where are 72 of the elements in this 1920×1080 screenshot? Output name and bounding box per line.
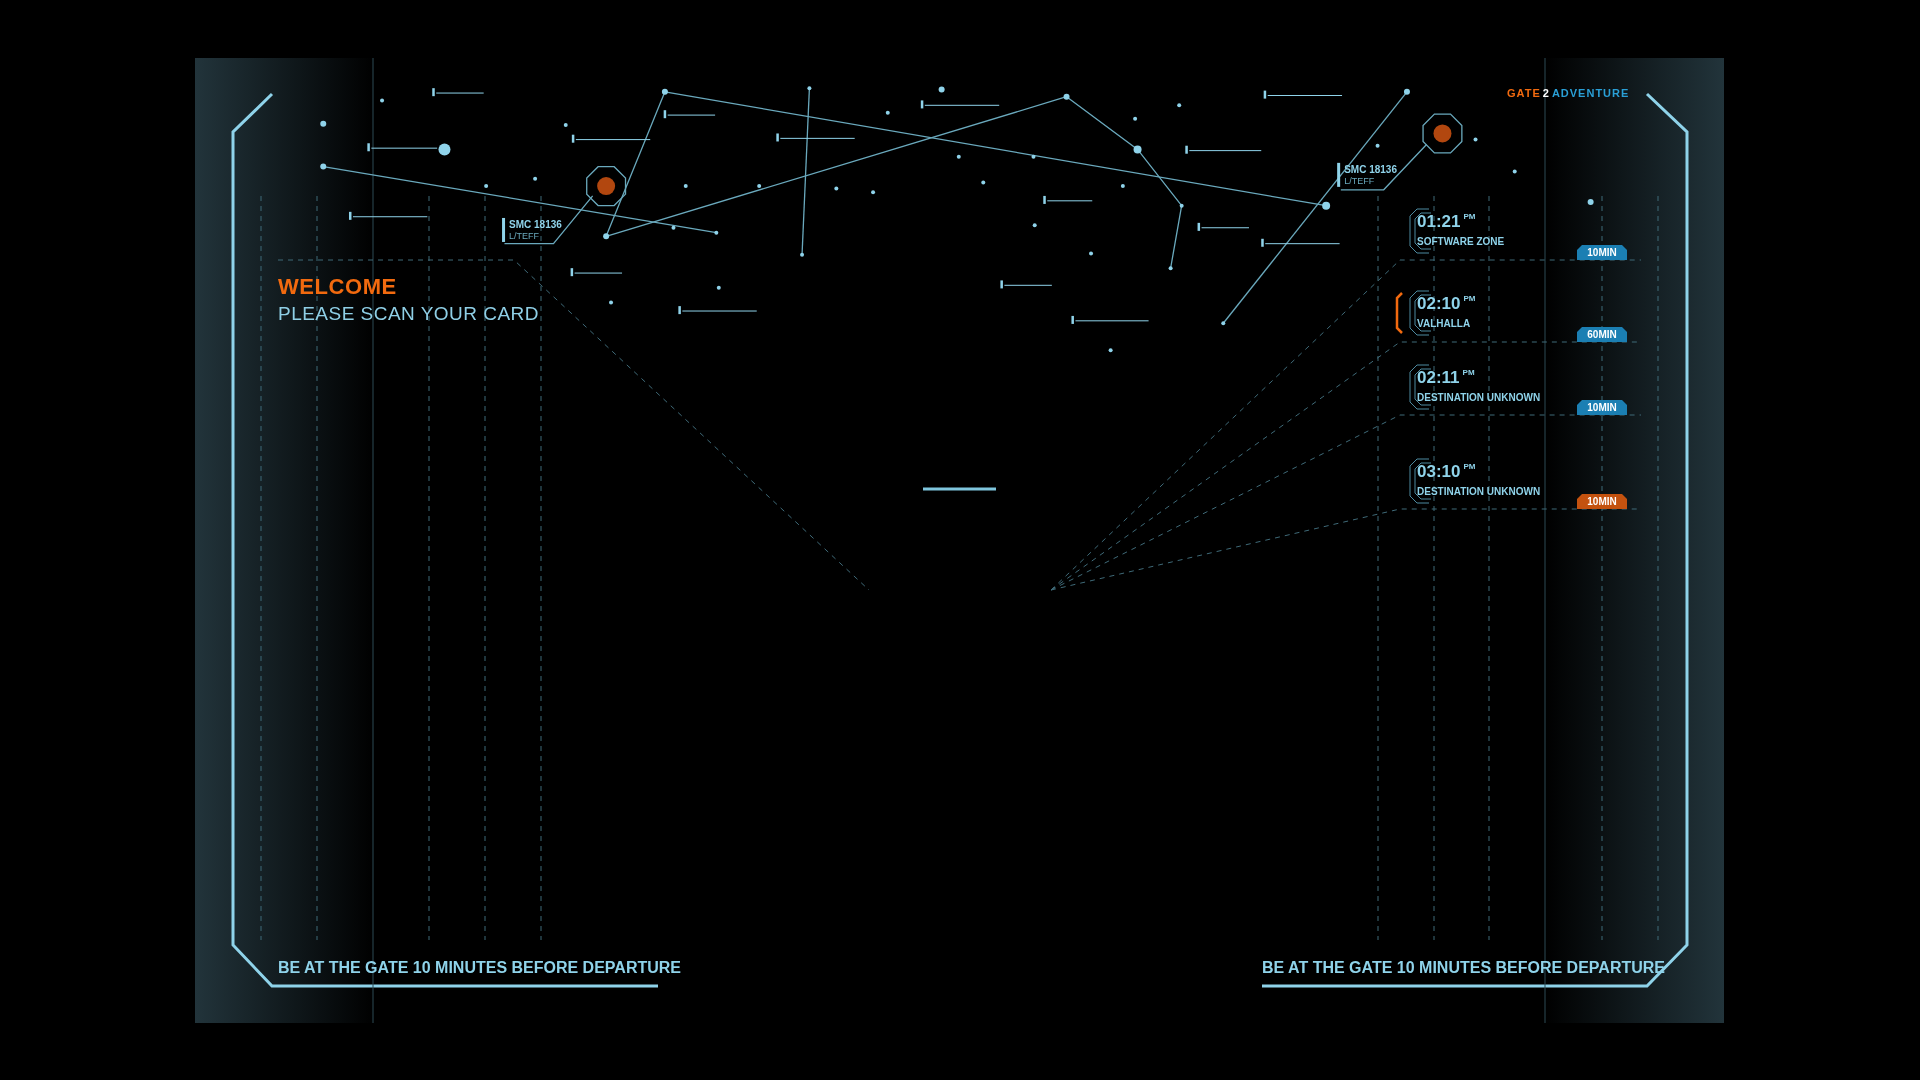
star-dot (1120, 184, 1125, 189)
star-dot (1587, 199, 1594, 206)
star-dot (981, 180, 986, 185)
star-dot (1177, 103, 1182, 108)
marker-bar (1337, 162, 1341, 187)
destination-name: SOFTWARE ZONE (1417, 235, 1505, 249)
star-dot (320, 120, 327, 127)
star-dot (1221, 321, 1226, 326)
star-marker (1197, 222, 1250, 231)
star-dot (956, 154, 961, 159)
duration-badge: 10MIN (1577, 245, 1627, 260)
star-dot (938, 86, 945, 93)
departure-time: 03:10 (1417, 463, 1461, 480)
marker-bar (502, 217, 506, 242)
star-dot (1031, 154, 1036, 159)
meridiem: PM (1463, 463, 1476, 471)
destination-name: DESTINATION UNKNOWN (1417, 485, 1541, 499)
star-dot (800, 252, 805, 257)
star-dot (1168, 266, 1173, 271)
departure-time: 02:11 (1417, 369, 1460, 386)
gate-notice: BE AT THE GATE 10 MINUTES BEFORE DEPARTURE (1262, 958, 1665, 978)
departure-time: 02:10 (1417, 295, 1461, 312)
welcome-title: WELCOME (278, 276, 398, 298)
star-dot (1133, 116, 1138, 121)
star-dot (1473, 137, 1478, 142)
star-dot (438, 143, 451, 156)
star-dot (533, 176, 538, 181)
star-dot (1403, 88, 1410, 95)
star-dot (661, 88, 668, 95)
star-dot (1032, 223, 1037, 228)
scan-prompt: PLEASE SCAN YOUR CARD (278, 304, 539, 323)
star-dot (1322, 201, 1331, 210)
destination-name: VALHALLA (1417, 317, 1472, 331)
star-dot (320, 163, 327, 170)
star-marker (432, 88, 485, 97)
meridiem: PM (1463, 213, 1476, 221)
gate-notice: BE AT THE GATE 10 MINUTES BEFORE DEPARTURE (278, 958, 681, 978)
star-dot (757, 184, 762, 189)
star-dot (1375, 143, 1380, 148)
star-dot (603, 233, 610, 240)
star-dot (563, 122, 568, 127)
star-dot (671, 225, 676, 230)
duration-badge: 10MIN (1577, 400, 1627, 415)
duration-badge: 10MIN (1577, 494, 1627, 509)
star-dot (380, 98, 385, 103)
star-dot (1063, 93, 1070, 100)
brand-logo: GATE 2 ADVENTURE (1507, 86, 1630, 101)
star-dot (714, 230, 719, 235)
star-dot (484, 184, 489, 189)
star-marker (1000, 280, 1053, 289)
meridiem: PM (1463, 295, 1476, 303)
star-dot (807, 86, 812, 91)
star-class: L/TEFF (1344, 175, 1375, 186)
star-dot (1108, 348, 1113, 353)
star-code: SMC 18136 (1344, 163, 1397, 175)
star-class: L/TEFF (509, 230, 540, 241)
star-dot (871, 190, 876, 195)
star-dot (1133, 145, 1142, 154)
destination-name: DESTINATION UNKNOWN (1417, 391, 1541, 405)
star-dot (1089, 251, 1094, 256)
star-dot (1179, 203, 1184, 208)
star-marker (663, 110, 716, 119)
star-dot (885, 110, 890, 115)
star-marker (367, 143, 438, 152)
duration-badge: 60MIN (1577, 327, 1627, 342)
star-dot (683, 184, 688, 189)
departure-time: 01:21 (1417, 213, 1461, 230)
star-code: SMC 18136 (509, 218, 562, 230)
star-marker (1043, 195, 1093, 204)
meridiem: PM (1462, 369, 1475, 377)
star-dot (1512, 169, 1517, 174)
star-dot (834, 186, 839, 191)
